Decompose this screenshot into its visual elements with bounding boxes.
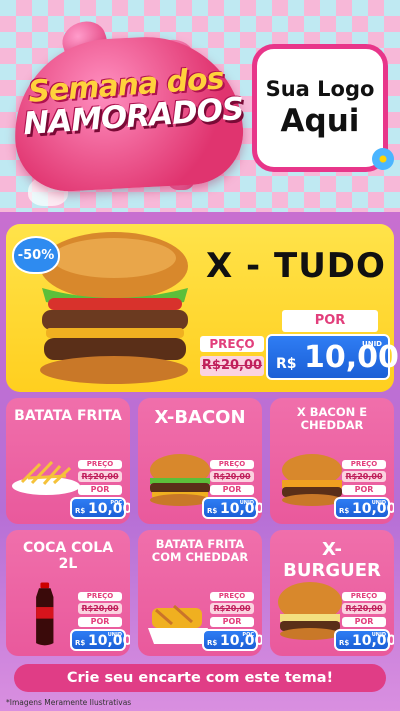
- product-card: X-BURGUER PREÇO R$20,00 POR R$ 10,00 UNID: [270, 530, 394, 656]
- logo-placeholder: Sua Logo Aqui: [252, 44, 388, 172]
- unit-label: POÇ: [110, 500, 122, 506]
- preco-label: PREÇO: [210, 460, 254, 469]
- product-card: BATATA FRITA COM CHEDDAR PREÇO R$20,00 POR R…: [138, 530, 262, 656]
- featured-name: X - TUDO: [206, 246, 386, 286]
- por-label: POR: [342, 617, 386, 627]
- por-label: POR: [78, 485, 122, 495]
- preco-label: PREÇO: [78, 592, 122, 601]
- hero-header: Semana dos NAMORADOS Sua Logo Aqui: [0, 0, 400, 212]
- currency: R$: [207, 639, 218, 647]
- old-price: R$20,00: [200, 356, 264, 376]
- price-box: R$ 10,00 UNID: [334, 497, 394, 519]
- preco-label: PREÇO: [342, 592, 386, 601]
- logo-line-2: Aqui: [280, 103, 360, 139]
- price-box: R$ 10,00 UNID: [70, 629, 130, 651]
- old-price: R$20,00: [78, 603, 122, 614]
- price-value: 10,00: [220, 633, 262, 649]
- unit-label: UNID: [371, 500, 386, 506]
- unit-label: UNID: [371, 632, 386, 638]
- price-box: R$ 10,00 UNID: [334, 629, 394, 651]
- product-image: [12, 460, 80, 495]
- por-label: POR: [210, 485, 254, 495]
- tomato: [48, 298, 182, 310]
- cheese: [46, 328, 184, 338]
- price-box: R$ 10,00 UNID: [202, 497, 262, 519]
- cta-banner[interactable]: Crie seu encarte com este tema!: [14, 664, 386, 692]
- discount-badge: -50%: [12, 236, 60, 274]
- currency: R$: [339, 639, 350, 647]
- product-name: X-BURGUER: [283, 539, 381, 581]
- unit-label: POÇ: [242, 632, 254, 638]
- currency: R$: [207, 507, 218, 515]
- product-name: X BACON E CHEDDAR: [296, 405, 368, 433]
- price-value: 10,00: [88, 501, 130, 517]
- currency: R$: [75, 639, 86, 647]
- currency: R$: [276, 356, 297, 372]
- unit-label: UNID: [107, 632, 122, 638]
- product-name: BATATA FRITA COM CHEDDAR: [151, 537, 249, 565]
- por-label: POR: [282, 310, 378, 332]
- product-card: COCA COLA 2L PREÇO R$20,00 POR R$ 10,00 UNID: [6, 530, 130, 656]
- unit-label: UNID: [362, 340, 382, 348]
- preco-label: PREÇO: [200, 336, 264, 352]
- price-box: R$ 10,00 POÇ: [202, 629, 262, 651]
- old-price: R$20,00: [342, 471, 386, 482]
- preco-label: PREÇO: [342, 460, 386, 469]
- product-card: X-BACON PREÇO R$20,00 POR R$ 10,00 UNID: [138, 398, 262, 524]
- por-label: POR: [78, 617, 122, 627]
- currency: R$: [339, 507, 350, 515]
- preco-label: PREÇO: [78, 460, 122, 469]
- old-price: R$20,00: [210, 603, 254, 614]
- price-box: R$ 10,00 UNID: [266, 334, 399, 380]
- price-value: 10,00: [304, 340, 399, 375]
- logo-line-1: Sua Logo: [265, 77, 375, 101]
- old-price: R$20,00: [210, 471, 254, 482]
- preco-label: PREÇO: [210, 592, 254, 601]
- product-card: X BACON E CHEDDAR PREÇO R$20,00 POR R$ 10,00 U…: [270, 398, 394, 524]
- product-name: BATATA FRITA: [14, 408, 122, 424]
- por-label: POR: [210, 617, 254, 627]
- unit-label: UNID: [239, 500, 254, 506]
- old-price: R$20,00: [78, 471, 122, 482]
- product-card: BATATA FRITA PREÇO R$20,00 POR R$ 10,00 POÇ: [6, 398, 130, 524]
- product-name: COCA COLA 2L: [22, 540, 114, 573]
- currency: R$: [75, 507, 86, 515]
- price-box: R$ 10,00 POÇ: [70, 497, 130, 519]
- patty: [42, 310, 188, 330]
- flower-decoration: [372, 148, 394, 170]
- burger-bun-bottom: [40, 356, 188, 384]
- footnote: *Imagens Meramente Ilustrativas: [6, 698, 132, 707]
- por-label: POR: [342, 485, 386, 495]
- product-name: X-BACON: [154, 407, 246, 428]
- old-price: R$20,00: [342, 603, 386, 614]
